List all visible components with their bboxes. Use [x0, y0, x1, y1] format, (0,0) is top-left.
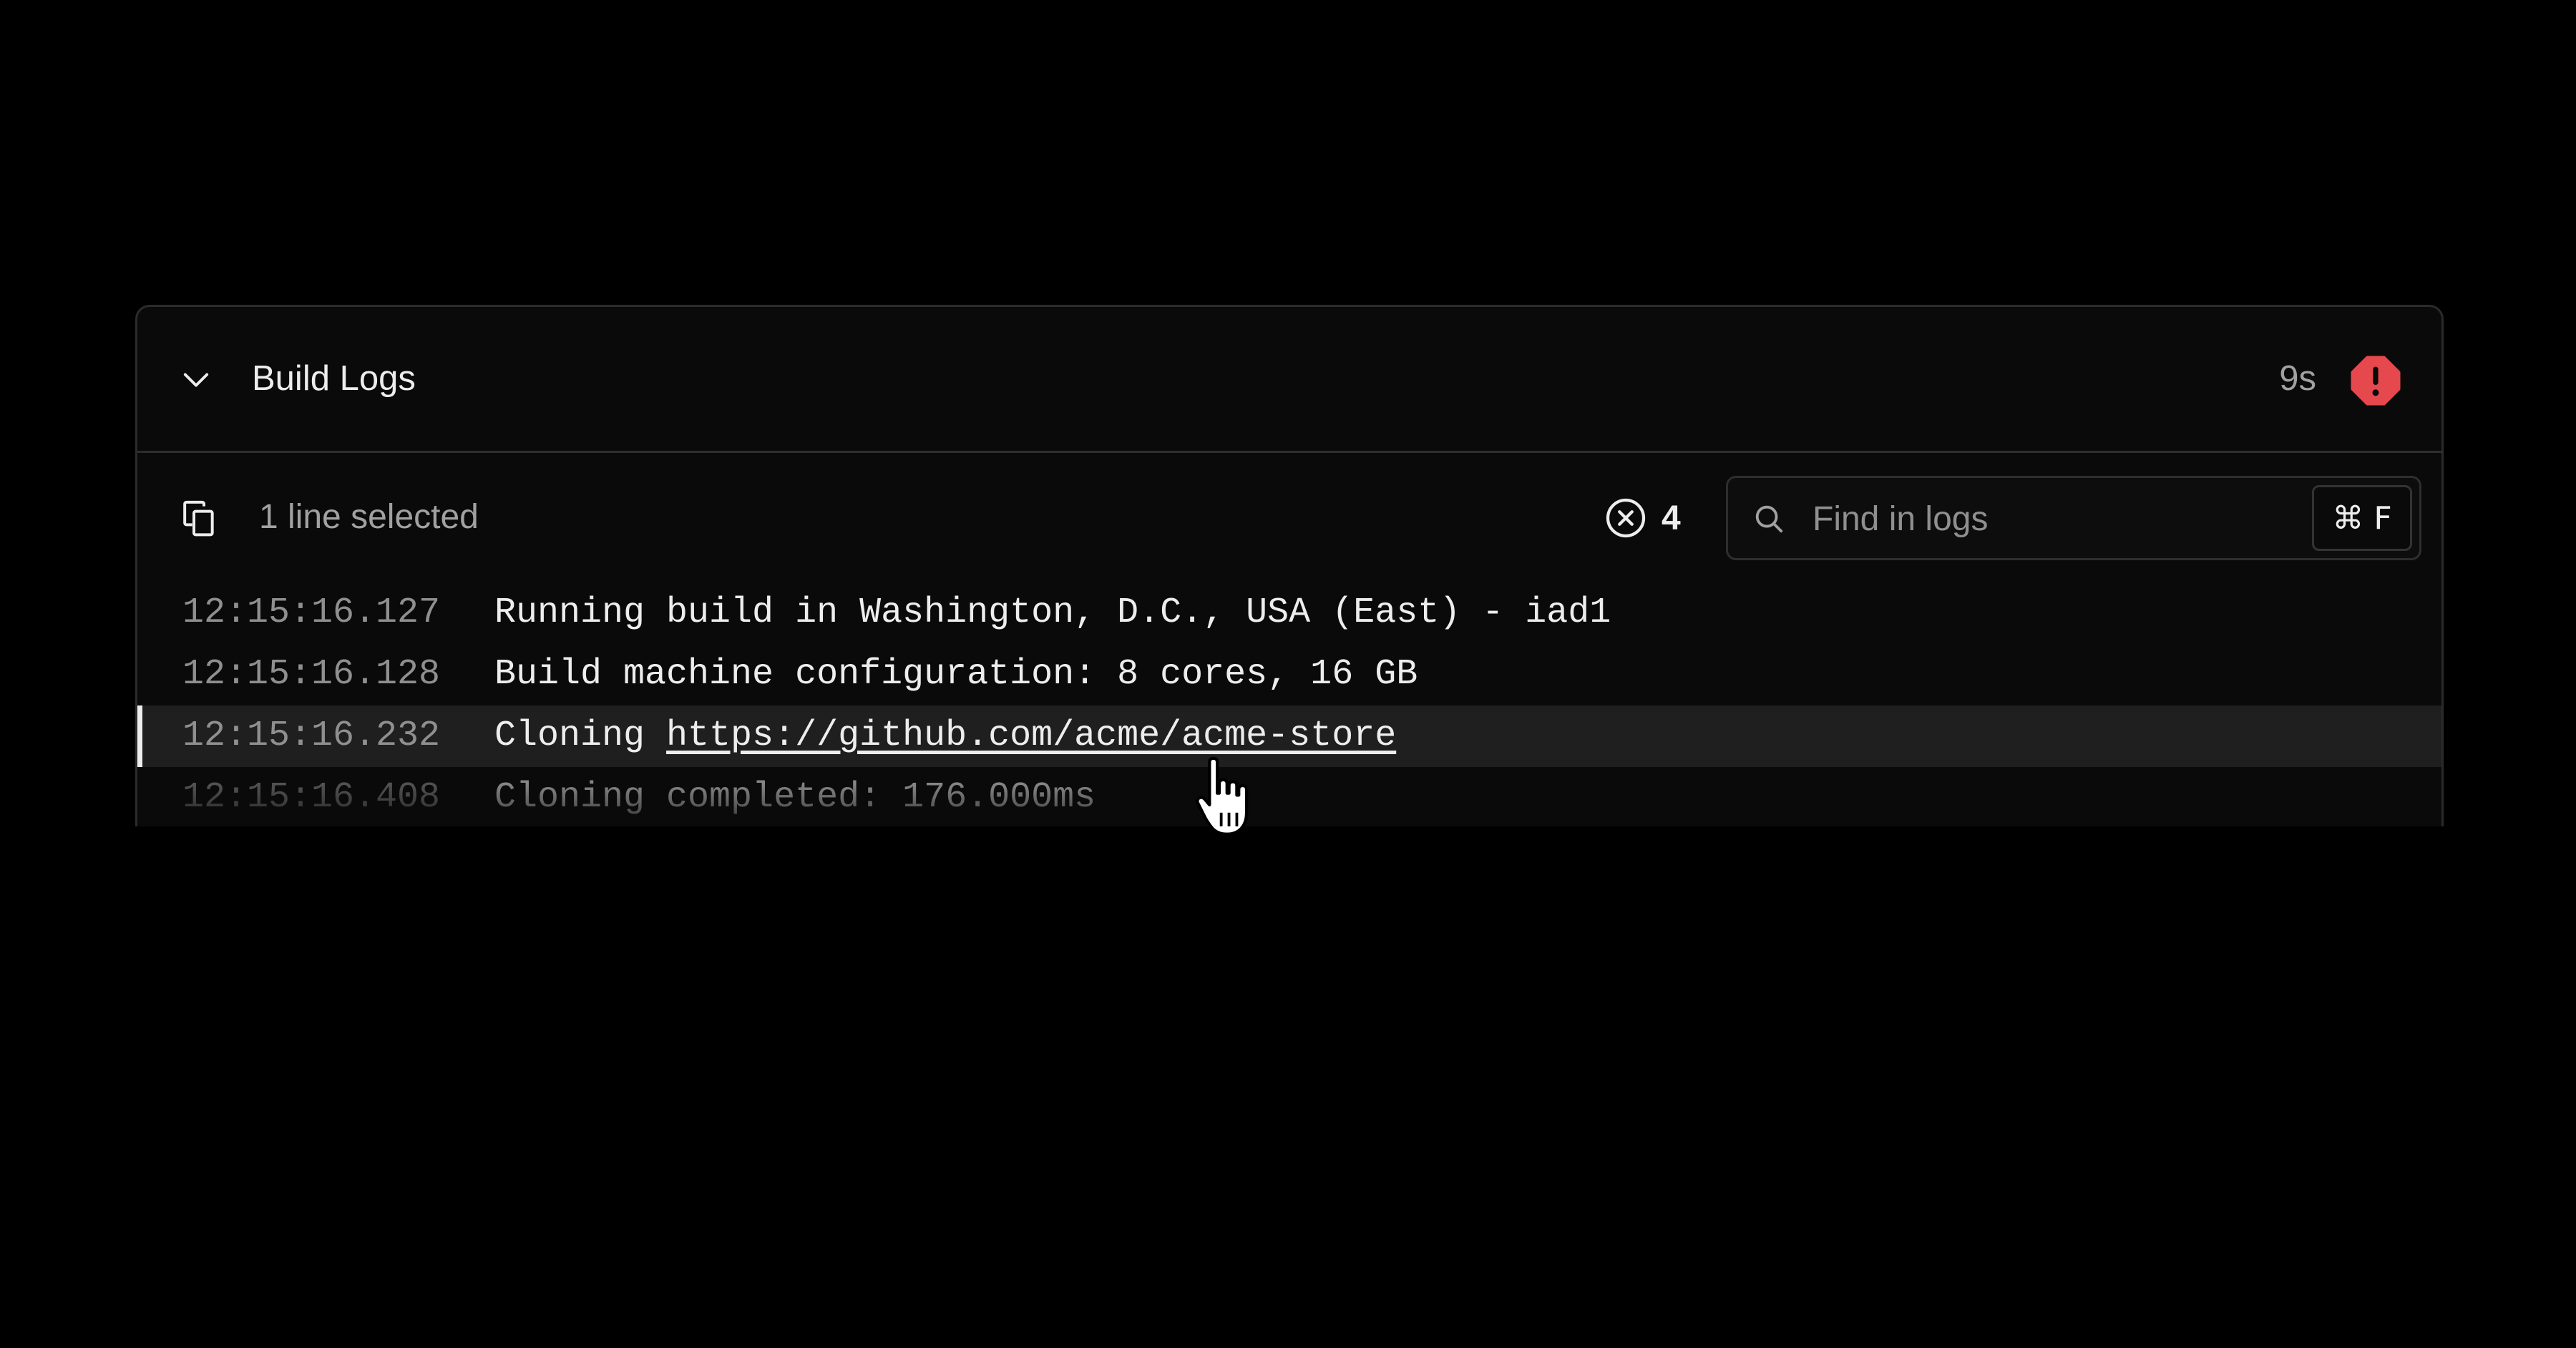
- log-row[interactable]: 12:15:16.408 Cloning completed: 176.000m…: [137, 767, 2441, 826]
- find-in-logs-field[interactable]: ⌘ F: [1726, 476, 2421, 560]
- selection-status: 1 line selected: [259, 498, 479, 536]
- error-icon: [2351, 356, 2401, 406]
- copy-icon[interactable]: [179, 497, 219, 539]
- log-message: Running build in Washington, D.C., USA (…: [494, 592, 1611, 633]
- error-count: 4: [1662, 499, 1681, 537]
- log-row[interactable]: 12:15:16.127 Running build in Washington…: [137, 582, 2441, 644]
- search-icon: [1755, 505, 1783, 533]
- build-logs-header[interactable]: Build Logs 9s: [137, 307, 2441, 453]
- log-timestamp: 12:15:16.127: [182, 592, 441, 633]
- log-message: Cloning https://github.com/acme/acme-sto…: [494, 705, 1396, 767]
- log-message: Cloning completed: 176.000ms: [494, 777, 1096, 818]
- build-logs-panel: Build Logs 9s 1 line selected 4 Find in …: [135, 305, 2444, 826]
- log-message: Build machine configuration: 8 cores, 16…: [494, 654, 1418, 695]
- log-row[interactable]: 12:15:16.128 Build machine configuration…: [137, 644, 2441, 705]
- log-list: 12:15:16.127 Running build in Washington…: [137, 582, 2441, 826]
- log-timestamp: 12:15:16.232: [182, 715, 441, 756]
- chevron-down-icon[interactable]: [177, 361, 215, 398]
- log-message-prefix: Cloning: [494, 715, 667, 756]
- panel-title: Build Logs: [252, 359, 416, 398]
- log-timestamp: 12:15:16.408: [182, 777, 441, 818]
- logs-toolbar: 1 line selected 4 ⌘ F: [137, 453, 2441, 579]
- error-filter-button[interactable]: 4: [1604, 494, 1681, 542]
- build-duration: 9s: [2279, 359, 2316, 398]
- keyboard-shortcut-hint: ⌘ F: [2312, 485, 2412, 551]
- repository-link[interactable]: https://github.com/acme/acme-store: [666, 715, 1396, 756]
- log-row-selected[interactable]: 12:15:16.232 Cloning https://github.com/…: [137, 705, 2441, 767]
- search-input[interactable]: [1811, 495, 2301, 542]
- log-timestamp: 12:15:16.128: [182, 654, 441, 695]
- error-circle-icon: [1606, 498, 1646, 538]
